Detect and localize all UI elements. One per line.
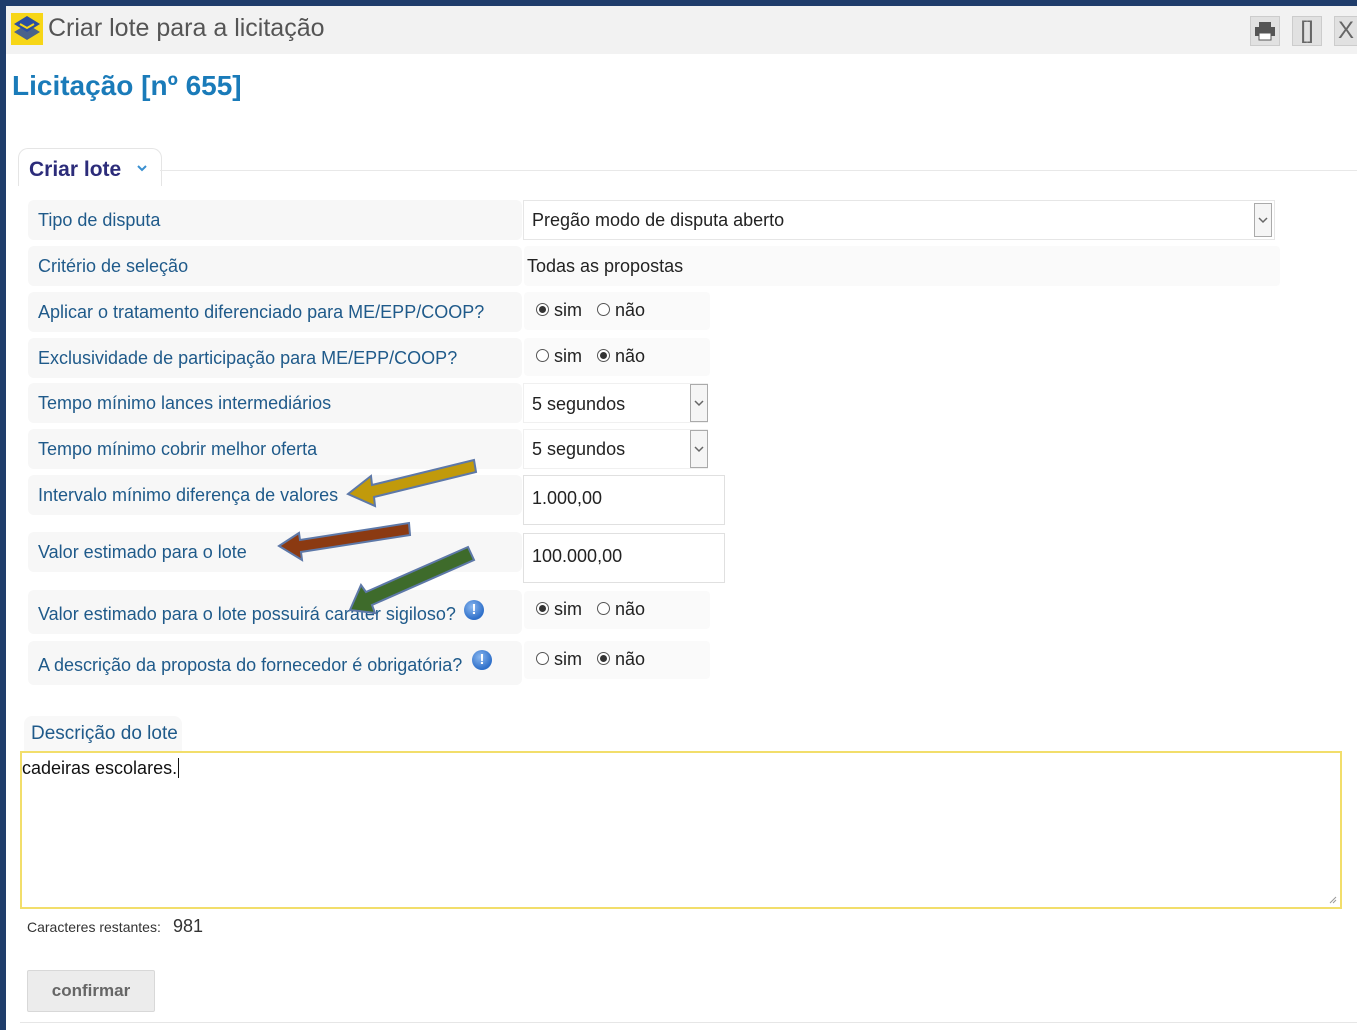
tratamento-diferenciado-label-cell: Aplicar o tratamento diferenciado para M… [28, 292, 522, 332]
exclusividade-sim-radio[interactable] [536, 349, 549, 362]
tempo-lances-select[interactable]: 5 segundos [523, 383, 708, 423]
descricao-obrigatoria-sim-label[interactable]: sim [554, 649, 582, 670]
chars-remaining-count: 981 [173, 916, 204, 936]
text-caret [178, 758, 180, 778]
tempo-lances-label-cell: Tempo mínimo lances intermediários [28, 383, 522, 423]
chars-remaining-label: Caracteres restantes: [27, 919, 161, 935]
page-title: Licitação [nº 655] [12, 70, 242, 101]
tempo-lances-value: 5 segundos [532, 394, 626, 414]
intervalo-minimo-label-cell: Intervalo mínimo diferença de valores [28, 475, 522, 515]
chevron-down-icon [694, 400, 704, 407]
valor-estimado-label: Valor estimado para o lote [38, 542, 247, 562]
bank-logo-icon [11, 13, 43, 45]
tratamento-diferenciado-nao-radio[interactable] [597, 303, 610, 316]
criterio-selecao-cell: Todas as propostas [524, 246, 1280, 286]
bottom-divider [20, 1022, 1357, 1023]
descricao-obrigatoria-nao-label[interactable]: não [615, 649, 645, 670]
chevron-down-icon [137, 165, 147, 172]
tipo-disputa-value: Pregão modo de disputa aberto [532, 210, 785, 230]
chevron-down-icon [694, 446, 704, 453]
tratamento-diferenciado-nao-label[interactable]: não [615, 300, 645, 321]
tratamento-diferenciado-sim-label[interactable]: sim [554, 300, 582, 321]
descricao-obrigatoria-radio-group: sim não [524, 641, 710, 679]
exclusividade-nao-radio[interactable] [597, 349, 610, 362]
window-title: Criar lote para a licitação [48, 14, 325, 42]
confirm-button[interactable]: confirmar [27, 970, 155, 1012]
window-titlebar: Criar lote para a licitação [] X [6, 6, 1357, 54]
tempo-cobrir-value: 5 segundos [532, 439, 626, 459]
section-tab-label: Criar lote [29, 158, 122, 181]
tratamento-diferenciado-label: Aplicar o tratamento diferenciado para M… [38, 302, 485, 322]
descricao-obrigatoria-label-cell: A descrição da proposta do fornecedor é … [28, 641, 522, 685]
intervalo-minimo-label: Intervalo mínimo diferença de valores [38, 485, 339, 505]
tipo-disputa-dropdown-button[interactable] [1254, 203, 1272, 237]
exclusividade-radio-group: sim não [524, 338, 710, 376]
valor-estimado-label-cell: Valor estimado para o lote [28, 532, 522, 572]
tipo-disputa-select[interactable]: Pregão modo de disputa aberto [523, 200, 1275, 240]
tempo-lances-label: Tempo mínimo lances intermediários [38, 393, 332, 413]
exclusividade-nao-label[interactable]: não [615, 346, 645, 367]
criterio-selecao-value: Todas as propostas [527, 256, 684, 276]
exclusividade-sim-label[interactable]: sim [554, 346, 582, 367]
restore-button[interactable]: [] [1292, 16, 1322, 46]
tempo-cobrir-label: Tempo mínimo cobrir melhor oferta [38, 439, 318, 459]
descricao-obrigatoria-nao-radio[interactable] [597, 652, 610, 665]
close-icon: X [1337, 17, 1354, 44]
tempo-cobrir-label-cell: Tempo mínimo cobrir melhor oferta [28, 429, 522, 469]
tempo-cobrir-dropdown-button[interactable] [690, 430, 708, 468]
carater-sigiloso-label-cell: Valor estimado para o lote possuirá cará… [28, 590, 522, 634]
carater-sigiloso-nao-label[interactable]: não [615, 599, 645, 620]
close-button[interactable]: X [1334, 16, 1357, 46]
descricao-lote-text: cadeiras escolares. [22, 758, 180, 778]
tempo-cobrir-select[interactable]: 5 segundos [523, 429, 708, 469]
descricao-lote-textarea[interactable]: cadeiras escolares. [20, 751, 1342, 909]
exclusividade-label: Exclusividade de participação para ME/EP… [38, 348, 458, 368]
tipo-disputa-label-cell: Tipo de disputa [28, 200, 522, 240]
criterio-selecao-label: Critério de seleção [38, 256, 189, 276]
window-frame-left [0, 0, 6, 1030]
chevron-down-icon [1258, 217, 1268, 224]
section-tab-criar-lote[interactable]: Criar lote [18, 148, 162, 186]
printer-icon [1255, 22, 1275, 41]
print-button[interactable] [1250, 16, 1280, 46]
tratamento-diferenciado-radio-group: sim não [524, 292, 710, 330]
descricao-lote-tab: Descrição do lote [24, 716, 182, 752]
resize-grip-icon[interactable] [1329, 896, 1337, 904]
descricao-obrigatoria-info-icon[interactable]: ! [472, 650, 492, 670]
criterio-selecao-label-cell: Critério de seleção [28, 246, 522, 286]
section-divider [160, 170, 1357, 171]
tipo-disputa-label: Tipo de disputa [38, 210, 161, 230]
carater-sigiloso-radio-group: sim não [524, 591, 710, 629]
descricao-lote-label: Descrição do lote [31, 723, 178, 744]
descricao-obrigatoria-label: A descrição da proposta do fornecedor é … [38, 655, 463, 675]
carater-sigiloso-sim-label[interactable]: sim [554, 599, 582, 620]
carater-sigiloso-label: Valor estimado para o lote possuirá cará… [38, 604, 456, 624]
carater-sigiloso-info-icon[interactable]: ! [464, 600, 484, 620]
tempo-lances-dropdown-button[interactable] [690, 384, 708, 422]
exclusividade-label-cell: Exclusividade de participação para ME/EP… [28, 338, 522, 378]
valor-estimado-input[interactable]: 100.000,00 [523, 533, 725, 583]
intervalo-minimo-input[interactable]: 1.000,00 [523, 475, 725, 525]
intervalo-minimo-value: 1.000,00 [532, 488, 603, 508]
descricao-obrigatoria-sim-radio[interactable] [536, 652, 549, 665]
tratamento-diferenciado-sim-radio[interactable] [536, 303, 549, 316]
carater-sigiloso-nao-radio[interactable] [597, 602, 610, 615]
restore-icon: [] [1300, 17, 1314, 44]
carater-sigiloso-sim-radio[interactable] [536, 602, 549, 615]
valor-estimado-value: 100.000,00 [532, 546, 623, 566]
